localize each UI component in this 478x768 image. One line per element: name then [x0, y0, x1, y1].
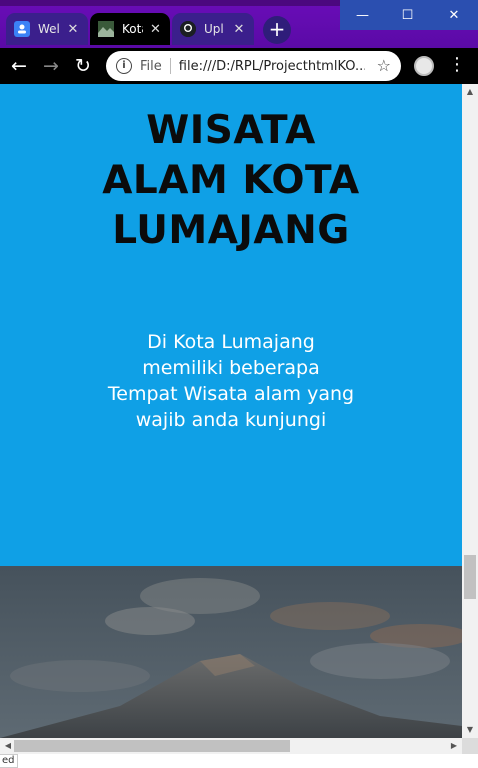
tab-label: Kota — [122, 22, 143, 36]
browser-titlebar: Wel ✕ Kota ✕ Upl ✕ + — ☐ ✕ — [0, 0, 478, 48]
volcano-photo — [0, 566, 462, 738]
page-thumbnail-icon — [98, 21, 114, 37]
scroll-up-arrow-icon[interactable]: ▲ — [462, 84, 478, 100]
tab-label: Wel — [38, 22, 60, 36]
close-window-button[interactable]: ✕ — [430, 0, 478, 30]
close-icon[interactable]: ✕ — [232, 22, 246, 37]
user-icon — [14, 21, 30, 37]
horizontal-scrollbar[interactable]: ◀ ▶ — [0, 738, 462, 754]
title-line: LUMAJANG — [112, 208, 350, 253]
tab-kota[interactable]: Kota ✕ — [90, 13, 170, 45]
address-bar[interactable]: i File file:///D:/RPL/ProjecthtmlKO... ☆ — [106, 51, 401, 81]
horizontal-scroll-thumb[interactable] — [14, 740, 290, 752]
info-icon[interactable]: i — [116, 58, 132, 74]
url-text[interactable]: file:///D:/RPL/ProjecthtmlKO... — [179, 59, 365, 74]
menu-icon[interactable]: ⋮ — [448, 54, 466, 78]
tab-welcome[interactable]: Wel ✕ — [6, 13, 88, 45]
new-tab-button[interactable]: + — [263, 16, 291, 44]
close-icon[interactable]: ✕ — [149, 22, 162, 37]
volcano-illustration — [0, 566, 462, 738]
title-line: ALAM KOTA — [102, 158, 360, 203]
tab-label: Upl — [204, 22, 224, 36]
bookmark-star-icon[interactable]: ☆ — [377, 56, 391, 75]
status-text: ed — [0, 754, 18, 768]
title-line: WISATA — [146, 108, 316, 153]
hero-section: WISATA ALAM KOTA LUMAJANG Di Kota Lumaja… — [0, 84, 462, 566]
forward-icon[interactable]: → — [38, 53, 64, 79]
scrollbar-corner — [462, 738, 478, 754]
window-controls: — ☐ ✕ — [340, 0, 478, 30]
hero-description: Di Kota Lumajang memiliki beberapa Tempa… — [0, 329, 462, 433]
description-line: Di Kota Lumajang — [147, 331, 315, 353]
scroll-right-arrow-icon[interactable]: ▶ — [446, 738, 462, 754]
status-bar: ed — [0, 754, 478, 768]
page-viewport: WISATA ALAM KOTA LUMAJANG Di Kota Lumaja… — [0, 84, 462, 738]
vertical-scroll-thumb[interactable] — [464, 555, 476, 599]
scroll-down-arrow-icon[interactable]: ▼ — [462, 722, 478, 738]
page-title: WISATA ALAM KOTA LUMAJANG — [0, 106, 462, 256]
omnibox-divider — [169, 58, 171, 74]
scheme-label: File — [140, 58, 162, 74]
maximize-button[interactable]: ☐ — [385, 0, 430, 30]
tab-upload[interactable]: Upl ✕ — [172, 13, 254, 45]
minimize-button[interactable]: — — [340, 0, 385, 30]
github-icon — [180, 21, 196, 37]
description-line: wajib anda kunjungi — [135, 409, 327, 431]
browser-toolbar: ← → ↻ i File file:///D:/RPL/ProjecthtmlK… — [0, 48, 478, 84]
vertical-scrollbar[interactable]: ▲ ▼ — [462, 84, 478, 738]
profile-avatar[interactable] — [414, 56, 434, 76]
description-line: Tempat Wisata alam yang — [107, 383, 355, 405]
close-icon[interactable]: ✕ — [66, 22, 80, 37]
reload-icon[interactable]: ↻ — [70, 53, 96, 79]
back-icon[interactable]: ← — [6, 53, 32, 79]
description-line: memiliki beberapa — [142, 357, 320, 379]
